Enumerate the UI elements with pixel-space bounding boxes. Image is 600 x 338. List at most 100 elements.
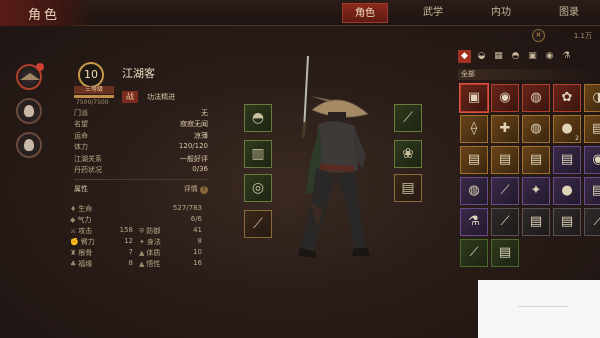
- stat-label: 福缘: [78, 260, 93, 268]
- equip-slot-secondary[interactable]: ⟋: [394, 104, 422, 132]
- info-value: 0/36: [192, 164, 208, 173]
- image-overlay-patch: [478, 280, 600, 338]
- info-label: 门派: [74, 109, 88, 117]
- item-icon: ◉: [499, 90, 511, 105]
- info-label: 江湖关系: [74, 154, 102, 163]
- inventory-slot[interactable]: ▤: [553, 146, 581, 174]
- inventory-slot[interactable]: ▤: [522, 208, 550, 236]
- category-armor[interactable]: ▦: [492, 50, 505, 63]
- category-all[interactable]: ◆: [458, 50, 471, 63]
- filter-label: 全部: [458, 69, 592, 80]
- inventory-slot[interactable]: ⟋: [491, 177, 519, 205]
- inventory-slot[interactable]: ◍: [522, 115, 550, 143]
- inventory-slot[interactable]: ✚: [491, 115, 519, 143]
- inventory-slot[interactable]: ✦: [522, 177, 550, 205]
- info-row-sect: 门派 无: [74, 108, 208, 119]
- equip-slot-manual[interactable]: ▤: [394, 174, 422, 202]
- armor-icon: ▥: [251, 146, 265, 162]
- luck-icon: ♣: [70, 260, 77, 268]
- item-icon: ◑: [592, 90, 600, 105]
- item-icon: ▤: [560, 214, 574, 229]
- category-potions[interactable]: ⚗: [560, 50, 573, 63]
- info-value: 凉薄: [194, 131, 208, 140]
- info-label: 运命: [74, 131, 88, 140]
- info-value: 120/120: [178, 142, 208, 151]
- category-hat[interactable]: ◓: [509, 50, 522, 63]
- stat-value: 527/783: [172, 204, 202, 212]
- help-icon: ?: [200, 186, 208, 195]
- equip-slot-head[interactable]: ◓: [244, 104, 272, 132]
- tab-inner-skill[interactable]: 内功: [478, 3, 524, 23]
- stat-value: 41: [193, 226, 202, 234]
- item-icon: ◍: [530, 90, 542, 105]
- inventory-slot[interactable]: ● 2: [553, 115, 581, 143]
- school-line: 战 功法精进: [122, 84, 175, 103]
- vital-stats: ♦ 生命 527/783 ◆ 气力 6/6: [70, 204, 202, 226]
- item-icon: ●: [561, 183, 573, 198]
- item-icon: ▤: [529, 152, 543, 167]
- inventory-slot[interactable]: ▤: [491, 239, 519, 267]
- tab-character[interactable]: 角色: [342, 3, 388, 23]
- inventory-slot[interactable]: ▤: [584, 115, 600, 143]
- tab-martial-arts[interactable]: 武学: [410, 3, 456, 23]
- category-books[interactable]: ▣: [526, 50, 539, 63]
- stat-label: 根骨: [78, 249, 93, 257]
- equip-slot-weapon[interactable]: ⟋: [244, 210, 272, 238]
- category-materials[interactable]: ◉: [543, 50, 556, 63]
- inventory-slot[interactable]: ⟋: [584, 208, 600, 236]
- info-label: 体力: [74, 143, 88, 152]
- equip-slot-body[interactable]: ▥: [244, 140, 272, 168]
- inventory-slot[interactable]: ●: [553, 177, 581, 205]
- item-icon: ✚: [499, 121, 511, 136]
- inventory-slot[interactable]: ▤: [460, 146, 488, 174]
- attack-icon: ⚔: [70, 227, 77, 235]
- category-food[interactable]: ◒: [475, 50, 488, 63]
- info-row-relations[interactable]: 江湖关系 一般好评: [74, 154, 208, 165]
- inventory-slot[interactable]: ◍: [460, 177, 488, 205]
- stat-value: 16: [193, 259, 202, 267]
- resource-bar: ¤ 1.1万: [442, 28, 600, 44]
- character-portrait-2[interactable]: [16, 98, 42, 124]
- stat-qi: ◆ 气力 6/6: [70, 215, 202, 226]
- attributes-detail-button[interactable]: 评情 ?: [184, 184, 208, 196]
- item-icon: ▤: [560, 152, 574, 167]
- stat-luck: ♣ 福缘 8: [70, 259, 133, 270]
- character-portrait-1[interactable]: [16, 63, 44, 90]
- stat-physique: ▲ 体质 10: [139, 248, 202, 259]
- inventory-slot[interactable]: ◉: [584, 146, 600, 174]
- hat-icon: ◓: [251, 110, 265, 126]
- inventory-slot[interactable]: ◍: [522, 84, 550, 112]
- inventory-slot[interactable]: ✿: [553, 84, 581, 112]
- equip-slot-feet[interactable]: ◎: [244, 174, 272, 202]
- inventory-slot[interactable]: ⟠: [460, 115, 488, 143]
- strength-icon: ✊: [70, 238, 79, 246]
- character-portrait-3[interactable]: [16, 132, 42, 158]
- insight-icon: ▲: [139, 260, 145, 268]
- face-shape: [24, 139, 34, 151]
- inventory-slot[interactable]: ⚗: [460, 208, 488, 236]
- inventory-slot[interactable]: ▣: [459, 83, 489, 113]
- character-figure: [298, 55, 370, 258]
- tab-catalog[interactable]: 图录: [546, 3, 592, 23]
- bone-icon: ♜: [70, 249, 77, 257]
- equip-slot-accessory[interactable]: ❀: [394, 140, 422, 168]
- info-row-pills: 丹药状况 0/36: [74, 165, 208, 176]
- title-plate: 角色: [0, 0, 92, 26]
- inventory-slot[interactable]: ◑: [584, 84, 600, 112]
- inventory-slot[interactable]: ▤: [522, 146, 550, 174]
- inventory-slot[interactable]: ◉: [491, 84, 519, 112]
- item-icon: ◍: [530, 121, 542, 136]
- item-icon: ◉: [592, 152, 600, 167]
- inventory-slot[interactable]: ▤: [584, 177, 600, 205]
- defense-icon: ⛨: [139, 227, 145, 235]
- stat-label: 身法: [146, 238, 161, 246]
- sword-icon: ⟋: [253, 216, 263, 232]
- item-icon: ⟋: [469, 245, 479, 260]
- inventory-slot[interactable]: ⟋: [491, 208, 519, 236]
- inventory-slot[interactable]: ⟋: [460, 239, 488, 267]
- notification-dot: [36, 63, 44, 71]
- item-icon: ◍: [468, 183, 480, 198]
- item-icon: ⟠: [470, 121, 478, 136]
- inventory-slot[interactable]: ▤: [553, 208, 581, 236]
- inventory-slot[interactable]: ▤: [491, 146, 519, 174]
